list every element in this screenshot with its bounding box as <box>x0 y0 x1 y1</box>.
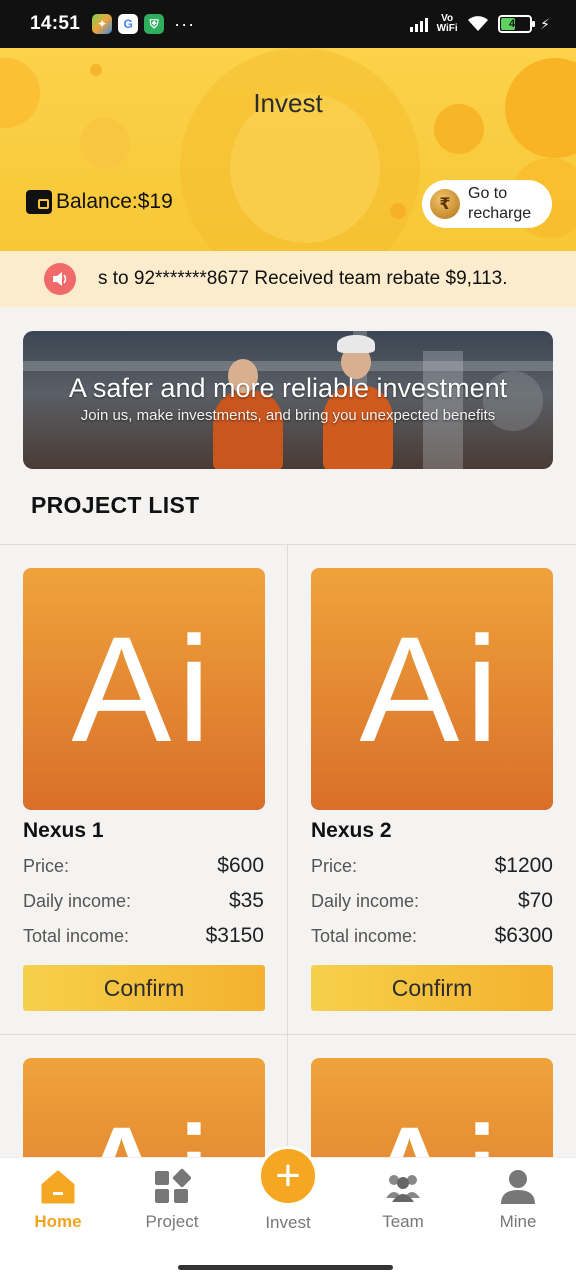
google-icon: G <box>118 14 139 34</box>
status-time: 14:51 <box>30 13 81 34</box>
balance-label: Balance:$19 <box>56 190 173 213</box>
daily-income-value: $70 <box>517 889 553 912</box>
banner-subtitle: Join us, make investments, and bring you… <box>80 407 496 424</box>
nav-invest-label[interactable]: Invest <box>238 1213 338 1233</box>
section-title: PROJECT LIST <box>31 492 200 518</box>
grid-icon <box>153 1168 192 1206</box>
balance: Balance:$19 <box>26 190 173 214</box>
nav-home[interactable]: Home <box>8 1168 108 1232</box>
daily-income-label: Daily income: <box>23 891 132 911</box>
project-grid: Ai Nexus 1 Price: $600 Daily income: $35 T… <box>0 544 576 1165</box>
bottom-nav: Home Project + Invest Team Mine <box>0 1146 576 1280</box>
nav-project-label: Project <box>145 1212 199 1231</box>
recharge-label: Go to recharge <box>468 185 532 222</box>
project-card: Ai <box>288 1035 576 1165</box>
total-income-label: Total income: <box>23 926 130 946</box>
daily-income-row: Daily income: $35 <box>23 889 264 913</box>
project-thumbnail[interactable]: Ai <box>311 1058 553 1165</box>
daily-income-label: Daily income: <box>311 891 420 911</box>
price-label: Price: <box>311 856 358 876</box>
project-name: Nexus 2 <box>311 819 392 842</box>
total-income-row: Total income: $6300 <box>311 924 553 948</box>
nav-project[interactable]: Project <box>122 1168 222 1232</box>
wallet-icon <box>26 190 52 214</box>
signal-icon <box>410 16 429 32</box>
overflow-dots-icon: ··· <box>174 13 196 34</box>
charging-icon: ⚡ <box>540 15 550 32</box>
price-label: Price: <box>23 856 70 876</box>
project-card: Ai <box>0 1035 288 1165</box>
price-row: Price: $600 <box>23 854 264 878</box>
total-income-value: $6300 <box>494 924 553 947</box>
home-indicator[interactable] <box>178 1265 393 1270</box>
daily-income-value: $35 <box>228 889 264 912</box>
wifi-icon <box>468 16 489 31</box>
project-thumbnail[interactable]: Ai <box>23 1058 265 1165</box>
total-income-row: Total income: $3150 <box>23 924 264 948</box>
shield-app-icon: ⛨ <box>144 14 165 34</box>
promo-banner[interactable]: A safer and more reliable investment Joi… <box>23 331 553 469</box>
daily-income-row: Daily income: $70 <box>311 889 553 913</box>
project-card: Ai Nexus 1 Price: $600 Daily income: $35 T… <box>0 545 288 1035</box>
total-income-label: Total income: <box>311 926 418 946</box>
notification-icons: ✦ G ⛨ ··· <box>92 14 195 35</box>
nav-team[interactable]: Team <box>353 1168 453 1232</box>
rupee-coin-icon: ₹ <box>430 189 460 219</box>
team-icon <box>384 1168 422 1206</box>
confirm-button[interactable]: Confirm <box>23 965 265 1011</box>
speaker-icon <box>44 263 76 295</box>
announcement-marquee: s to 92*******8677 Received team rebate … <box>0 251 576 307</box>
status-bar: 14:51 ✦ G ⛨ ··· Vo WiFi 47 ⚡ <box>0 0 576 48</box>
plus-icon: + <box>275 1151 301 1200</box>
project-thumbnail[interactable]: Ai <box>23 568 265 810</box>
confirm-button[interactable]: Confirm <box>311 965 553 1011</box>
price-row: Price: $1200 <box>311 854 553 878</box>
user-icon <box>499 1168 537 1206</box>
price-value: $1200 <box>494 854 553 877</box>
nav-mine-label: Mine <box>499 1212 537 1231</box>
nav-invest-button[interactable]: + <box>258 1146 318 1206</box>
vowifi-label: Vo WiFi <box>436 13 458 34</box>
nav-home-label: Home <box>34 1212 82 1231</box>
header: Invest Balance:$19 ₹ Go to recharge <box>0 48 576 251</box>
project-thumbnail[interactable]: Ai <box>311 568 553 810</box>
total-income-value: $3150 <box>205 924 264 947</box>
banner-title: A safer and more reliable investment <box>68 373 508 403</box>
recharge-button[interactable]: ₹ Go to recharge <box>422 180 552 228</box>
home-icon <box>39 1168 77 1206</box>
price-value: $600 <box>217 854 264 877</box>
page-title: Invest <box>253 88 323 118</box>
nav-team-label: Team <box>382 1212 424 1231</box>
battery-level: 47 <box>509 18 522 30</box>
marquee-text: s to 92*******8677 Received team rebate … <box>98 268 508 289</box>
project-card: Ai Nexus 2 Price: $1200 Daily income: $70 … <box>288 545 576 1035</box>
nav-mine[interactable]: Mine <box>468 1168 568 1232</box>
project-name: Nexus 1 <box>23 819 104 842</box>
app-store-icon: ✦ <box>92 14 113 34</box>
battery-icon: 47 <box>498 15 536 33</box>
